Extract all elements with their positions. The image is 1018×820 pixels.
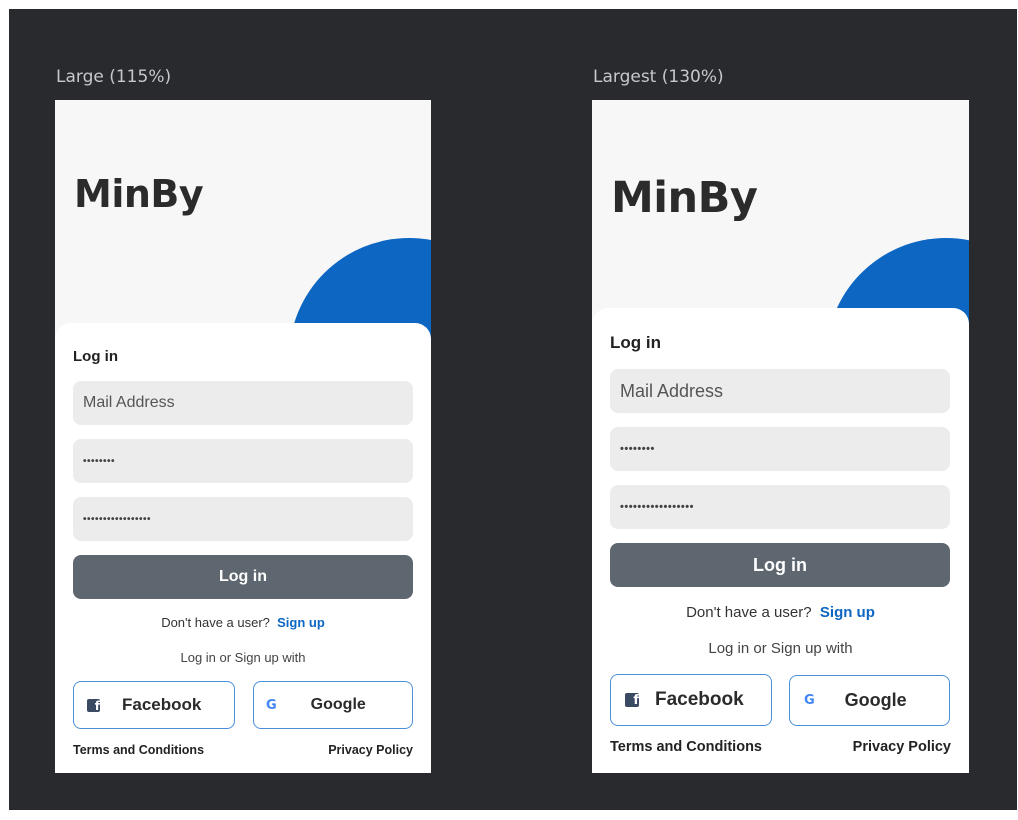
email-placeholder: Mail Address (620, 380, 724, 401)
confirm-password-value: ••••••••••••••••• (83, 513, 152, 525)
login-button[interactable]: Log in (73, 555, 413, 599)
login-button-label: Log in (753, 554, 807, 575)
frame-label-largest: Largest (130%) (593, 67, 724, 87)
google-button[interactable]: G Google (789, 675, 950, 726)
signup-prompt: Don't have a user? Sign up (592, 604, 969, 621)
google-label: Google (844, 690, 907, 710)
frame-label-large: Large (115%) (56, 67, 172, 87)
brand-logo: MinBy (74, 172, 204, 216)
social-prompt: Log in or Sign up with (180, 650, 306, 665)
facebook-button[interactable]: f Facebook (610, 674, 772, 726)
password-field[interactable]: •••••••• (610, 427, 950, 471)
phone-frame-largest: MinBy Log in Mail Address •••••••• •••••… (592, 100, 969, 773)
terms-link[interactable]: Terms and Conditions (73, 743, 204, 757)
no-user-text: Don't have a user? (686, 604, 812, 621)
signup-prompt: Don't have a user? Sign up (55, 615, 431, 630)
facebook-label: Facebook (655, 689, 744, 710)
no-user-text: Don't have a user? (161, 615, 270, 630)
facebook-icon: f (625, 693, 639, 707)
privacy-link[interactable]: Privacy Policy (328, 743, 413, 757)
confirm-password-value: ••••••••••••••••• (620, 501, 694, 513)
login-button-label: Log in (219, 568, 267, 585)
google-button[interactable]: G Google (253, 681, 413, 729)
confirm-password-field[interactable]: ••••••••••••••••• (610, 485, 950, 529)
confirm-password-field[interactable]: ••••••••••••••••• (73, 497, 413, 541)
google-label: Google (310, 696, 366, 713)
brand-logo: MinBy (611, 173, 758, 223)
password-field[interactable]: •••••••• (73, 439, 413, 483)
password-value: •••••••• (83, 455, 116, 467)
terms-link[interactable]: Terms and Conditions (610, 739, 762, 755)
social-prompt: Log in or Sign up with (708, 640, 853, 657)
phone-frame-large: MinBy Log in Mail Address •••••••• •••••… (55, 100, 431, 773)
email-placeholder: Mail Address (83, 394, 175, 411)
email-field[interactable]: Mail Address (610, 369, 950, 413)
password-value: •••••••• (620, 443, 655, 455)
signup-link[interactable]: Sign up (820, 604, 875, 621)
facebook-label: Facebook (122, 695, 202, 714)
signup-link[interactable]: Sign up (277, 615, 325, 630)
privacy-link[interactable]: Privacy Policy (853, 739, 951, 755)
card-title: Log in (73, 348, 118, 365)
login-card: Log in Mail Address •••••••• •••••••••••… (592, 308, 969, 773)
login-card: Log in Mail Address •••••••• •••••••••••… (55, 323, 431, 773)
design-canvas: Large (115%) MinBy Log in Mail Address •… (9, 9, 1017, 810)
email-field[interactable]: Mail Address (73, 381, 413, 425)
facebook-button[interactable]: f Facebook (73, 681, 235, 729)
login-button[interactable]: Log in (610, 543, 950, 587)
card-title: Log in (610, 333, 661, 352)
google-icon: G (266, 697, 277, 713)
google-icon: G (804, 693, 815, 708)
facebook-icon: f (87, 698, 100, 712)
